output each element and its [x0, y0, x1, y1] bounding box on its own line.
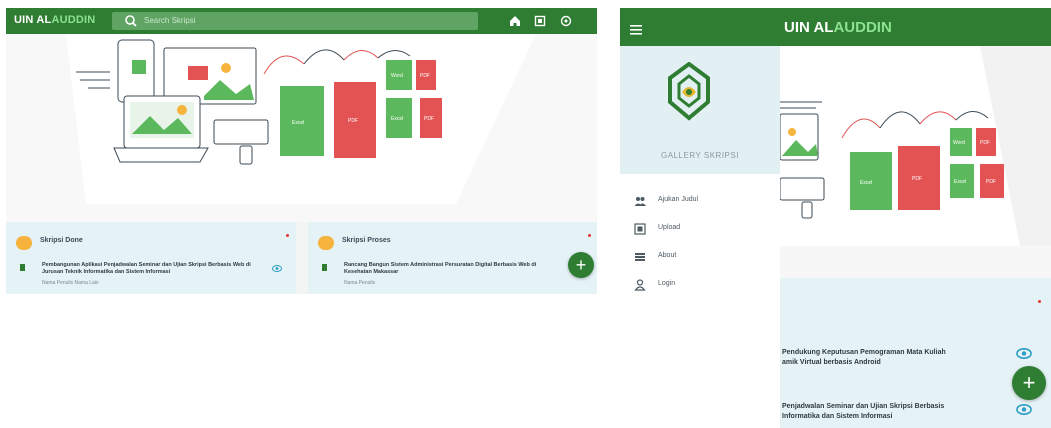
hero-label-word: Word — [391, 73, 403, 79]
skripsi-title[interactable]: Rancang Bangun Sistem Administrasi Persu… — [344, 262, 558, 276]
menu-item-label: Upload — [658, 224, 681, 231]
skripsi-author: Nama Penulis Nama Lain — [42, 280, 99, 286]
upload-icon[interactable] — [533, 14, 547, 28]
search-placeholder: Search Skripsi — [144, 16, 196, 25]
skripsi-title[interactable]: Penjadwalan Seminar dan Ujian Skripsi Be… — [782, 402, 1002, 422]
eye-icon[interactable] — [1016, 404, 1032, 415]
brand-prefix: UIN AL — [784, 19, 834, 36]
card-title: Skripsi Done — [40, 237, 83, 244]
menu-item-login[interactable]: Login — [634, 278, 774, 292]
mobile-screen: UIN ALAUDDIN Excel PDF Word PDF Excel PD… — [620, 8, 1051, 428]
notification-dot — [1038, 300, 1041, 303]
hero-graphic: Excel PDF Word PDF Excel PDF — [66, 34, 536, 204]
skripsi-title-line: amik Virtual berbasis Android — [782, 359, 881, 366]
skripsi-title[interactable]: Pembangunan Aplikasi Penjadwalan Seminar… — [42, 262, 258, 276]
hero-label-excel-small: Excel — [954, 179, 966, 185]
hero-label-word: Word — [953, 140, 965, 146]
hero-label-pdf: PDF — [912, 176, 922, 182]
menu-item-ajukan-judul[interactable]: Ajukan Judul — [634, 194, 774, 208]
add-fab-button[interactable]: + — [568, 252, 594, 278]
hero-label-excel-small: Excel — [391, 116, 403, 122]
skripsi-list-card: Pendukung Keputusan Pemograman Mata Kuli… — [780, 278, 1051, 428]
card-title: Skripsi Proses — [342, 237, 391, 244]
hero-label-pdf-small: PDF — [980, 140, 990, 146]
skripsi-author: Nama Penulis — [344, 280, 376, 286]
upload-icon — [634, 223, 646, 235]
hero-label-pdf: PDF — [348, 118, 358, 124]
app-brand[interactable]: UIN ALAUDDIN — [784, 19, 892, 36]
drawer-menu — [620, 174, 780, 428]
add-fab-button[interactable]: + — [1012, 366, 1046, 400]
menu-item-label: Ajukan Judul — [658, 196, 699, 203]
app-brand[interactable]: UIN ALAUDDIN — [14, 14, 95, 26]
hero-illustration: Excel PDF Word PDF Excel PDF — [779, 46, 1051, 278]
notification-dot — [286, 234, 289, 237]
document-icon — [20, 264, 25, 271]
menu-icon[interactable] — [630, 25, 642, 35]
user-icon — [634, 279, 646, 291]
drawer-subtitle: GALLERY SKRIPSI — [661, 151, 739, 160]
menu-item-label: Login — [658, 280, 676, 287]
university-logo — [668, 62, 710, 121]
menu-item-about[interactable]: About — [634, 250, 774, 264]
hero-label-excel: Excel — [860, 180, 872, 186]
hero-label-pdf-small-2: PDF — [424, 116, 434, 122]
menu-item-label: About — [658, 252, 677, 259]
hero-label-pdf-small-2: PDF — [986, 179, 996, 185]
people-icon — [634, 197, 646, 206]
search-icon — [125, 15, 137, 27]
skripsi-title-line: Penjadwalan Seminar dan Ujian Skripsi Be… — [782, 403, 945, 410]
brand-accent: AUDDIN — [833, 19, 892, 36]
skripsi-done-card: Skripsi Done Pembangunan Aplikasi Penjad… — [6, 222, 296, 294]
login-icon[interactable] — [559, 14, 573, 28]
skripsi-proses-card: Skripsi Proses Rancang Bangun Sistem Adm… — [308, 222, 597, 294]
skripsi-title-line: Informatika dan Sistem Informasi — [782, 413, 893, 420]
hero-label-excel: Excel — [292, 120, 304, 126]
hero-label-pdf-small: PDF — [420, 73, 430, 79]
folder-icon — [318, 236, 334, 250]
menu-item-upload[interactable]: Upload — [634, 222, 774, 236]
folder-icon — [16, 236, 32, 250]
skripsi-title[interactable]: Pendukung Keputusan Pemograman Mata Kuli… — [782, 348, 1002, 368]
hero-illustration: Excel PDF Word PDF Excel PDF — [6, 34, 597, 222]
brand-prefix: UIN AL — [14, 14, 52, 26]
home-icon[interactable] — [508, 14, 522, 28]
document-icon — [322, 264, 327, 271]
eye-icon[interactable] — [1016, 348, 1032, 359]
notification-dot — [588, 234, 591, 237]
eye-icon[interactable] — [272, 265, 282, 272]
brand-accent: AUDDIN — [51, 14, 96, 26]
hero-graphic: Excel PDF Word PDF Excel PDF — [779, 46, 1051, 246]
list-icon — [635, 253, 645, 261]
desktop-screen: UIN ALAUDDIN Search Skripsi Excel PDF Wo… — [6, 8, 597, 294]
skripsi-title-line: Pendukung Keputusan Pemograman Mata Kuli… — [782, 349, 946, 356]
